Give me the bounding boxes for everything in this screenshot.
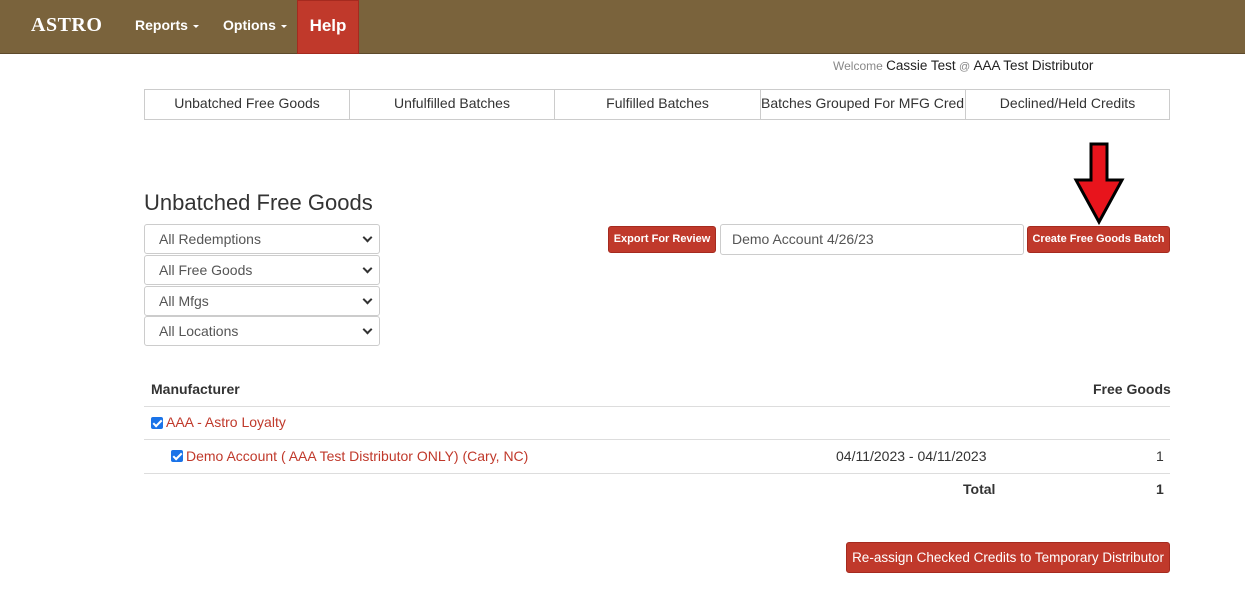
tab-batches-grouped-mfg-credit[interactable]: Batches Grouped For MFG Credit	[760, 89, 971, 120]
account-link[interactable]: Demo Account ( AAA Test Distributor ONLY…	[186, 448, 528, 464]
account-checkbox[interactable]	[171, 450, 183, 462]
total-label: Total	[963, 481, 996, 497]
tab-bar: Unbatched Free Goods Unfulfilled Batches…	[144, 89, 1170, 120]
options-menu[interactable]: Options	[223, 17, 287, 33]
page-title: Unbatched Free Goods	[144, 190, 373, 215]
divider	[144, 406, 1170, 407]
help-button[interactable]: Help	[297, 0, 359, 54]
caret-down-icon	[192, 24, 199, 28]
total-value: 1	[1156, 481, 1164, 497]
export-for-review-button[interactable]: Export For Review	[608, 226, 716, 253]
arrow-down-icon	[1073, 142, 1125, 226]
at-symbol: @	[959, 61, 971, 73]
free-goods-header: Free Goods	[1093, 381, 1171, 397]
locations-select[interactable]: All Locations	[144, 316, 380, 346]
redemptions-select[interactable]: All Redemptions	[144, 224, 380, 254]
tab-fulfilled-batches[interactable]: Fulfilled Batches	[554, 89, 761, 120]
user-name: Cassie Test	[886, 58, 956, 73]
mfgs-select[interactable]: All Mfgs	[144, 286, 380, 316]
divider	[144, 473, 1170, 474]
distributor-name: AAA Test Distributor	[973, 58, 1094, 73]
mfgs-value: All Mfgs	[159, 293, 209, 309]
free-goods-count: 1	[1156, 448, 1164, 464]
manufacturer-header: Manufacturer	[151, 381, 240, 397]
tab-declined-held-credits[interactable]: Declined/Held Credits	[965, 89, 1170, 120]
caret-down-icon	[280, 24, 287, 28]
create-free-goods-batch-button[interactable]: Create Free Goods Batch	[1027, 226, 1170, 253]
reports-label: Reports	[135, 17, 188, 33]
redemptions-value: All Redemptions	[159, 231, 261, 247]
free-goods-value: All Free Goods	[159, 262, 253, 278]
welcome-message: Welcome Cassie Test @ AAA Test Distribut…	[833, 58, 1093, 73]
date-range: 04/11/2023 - 04/11/2023	[836, 448, 987, 464]
free-goods-select[interactable]: All Free Goods	[144, 255, 380, 285]
locations-value: All Locations	[159, 323, 239, 339]
chevron-down-icon	[362, 263, 373, 274]
reassign-credits-button[interactable]: Re-assign Checked Credits to Temporary D…	[846, 542, 1170, 573]
welcome-prefix: Welcome	[833, 59, 883, 73]
tab-unbatched-free-goods[interactable]: Unbatched Free Goods	[144, 89, 350, 120]
group-checkbox[interactable]	[151, 417, 163, 429]
batch-name-input[interactable]: Demo Account 4/26/23	[720, 224, 1024, 255]
reports-menu[interactable]: Reports	[135, 17, 199, 33]
manufacturer-group-link[interactable]: AAA - Astro Loyalty	[166, 414, 286, 430]
brand-logo[interactable]: ASTRO	[31, 14, 102, 37]
top-navbar: ASTRO Reports Options Help	[0, 0, 1245, 54]
chevron-down-icon	[362, 232, 373, 243]
options-label: Options	[223, 17, 276, 33]
chevron-down-icon	[362, 324, 373, 335]
chevron-down-icon	[362, 294, 373, 305]
divider	[144, 439, 1170, 440]
tab-unfulfilled-batches[interactable]: Unfulfilled Batches	[349, 89, 555, 120]
